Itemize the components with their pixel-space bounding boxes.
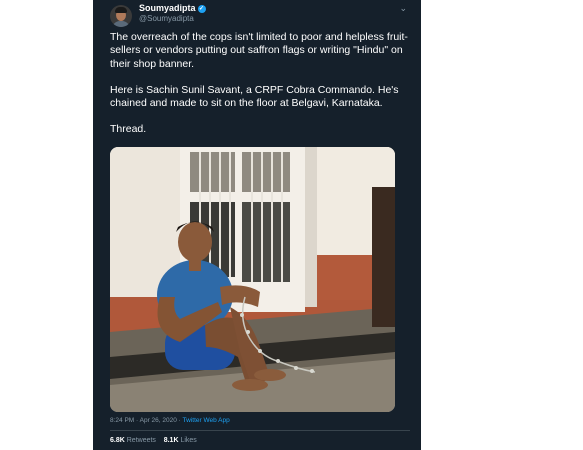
- tweet-paragraph: The overreach of the cops isn't limited …: [110, 31, 408, 70]
- likes-count: 8.1K: [163, 437, 179, 444]
- display-name[interactable]: Soumyadipta ✓: [139, 3, 206, 13]
- retweets-stat[interactable]: 6.8K Retweets: [110, 437, 156, 444]
- tweet-timestamp[interactable]: 8:24 PM · Apr 26, 2020: [110, 417, 177, 424]
- avatar[interactable]: [110, 5, 132, 27]
- verified-badge-icon: ✓: [197, 4, 206, 13]
- tweet-paragraph: Here is Sachin Sunil Savant, a CRPF Cobr…: [110, 83, 399, 110]
- user-handle[interactable]: @Soumyadipta: [139, 14, 194, 23]
- chevron-down-icon[interactable]: ⌄: [399, 3, 407, 14]
- retweets-label: Retweets: [126, 437, 156, 444]
- retweets-count: 6.8K: [110, 437, 125, 444]
- tweet-paragraph: Thread.: [110, 123, 147, 136]
- display-name-text[interactable]: Soumyadipta: [139, 3, 196, 13]
- photo-illustration: [110, 147, 395, 412]
- likes-label: Likes: [180, 437, 197, 444]
- likes-stat[interactable]: 8.1K Likes: [164, 437, 197, 444]
- tweet-text: The overreach of the cops isn't limited …: [110, 31, 410, 150]
- tweet-photo[interactable]: [110, 147, 395, 412]
- divider: [110, 430, 410, 431]
- tweet-stats: 6.8K Retweets 8.1K Likes: [110, 437, 197, 444]
- tweet-source[interactable]: Twitter Web App: [183, 417, 230, 424]
- tweet-card: Soumyadipta ✓ @Soumyadipta ⌄ The overreac…: [93, 0, 421, 450]
- tweet-meta: 8:24 PM · Apr 26, 2020 · Twitter Web App: [110, 417, 230, 424]
